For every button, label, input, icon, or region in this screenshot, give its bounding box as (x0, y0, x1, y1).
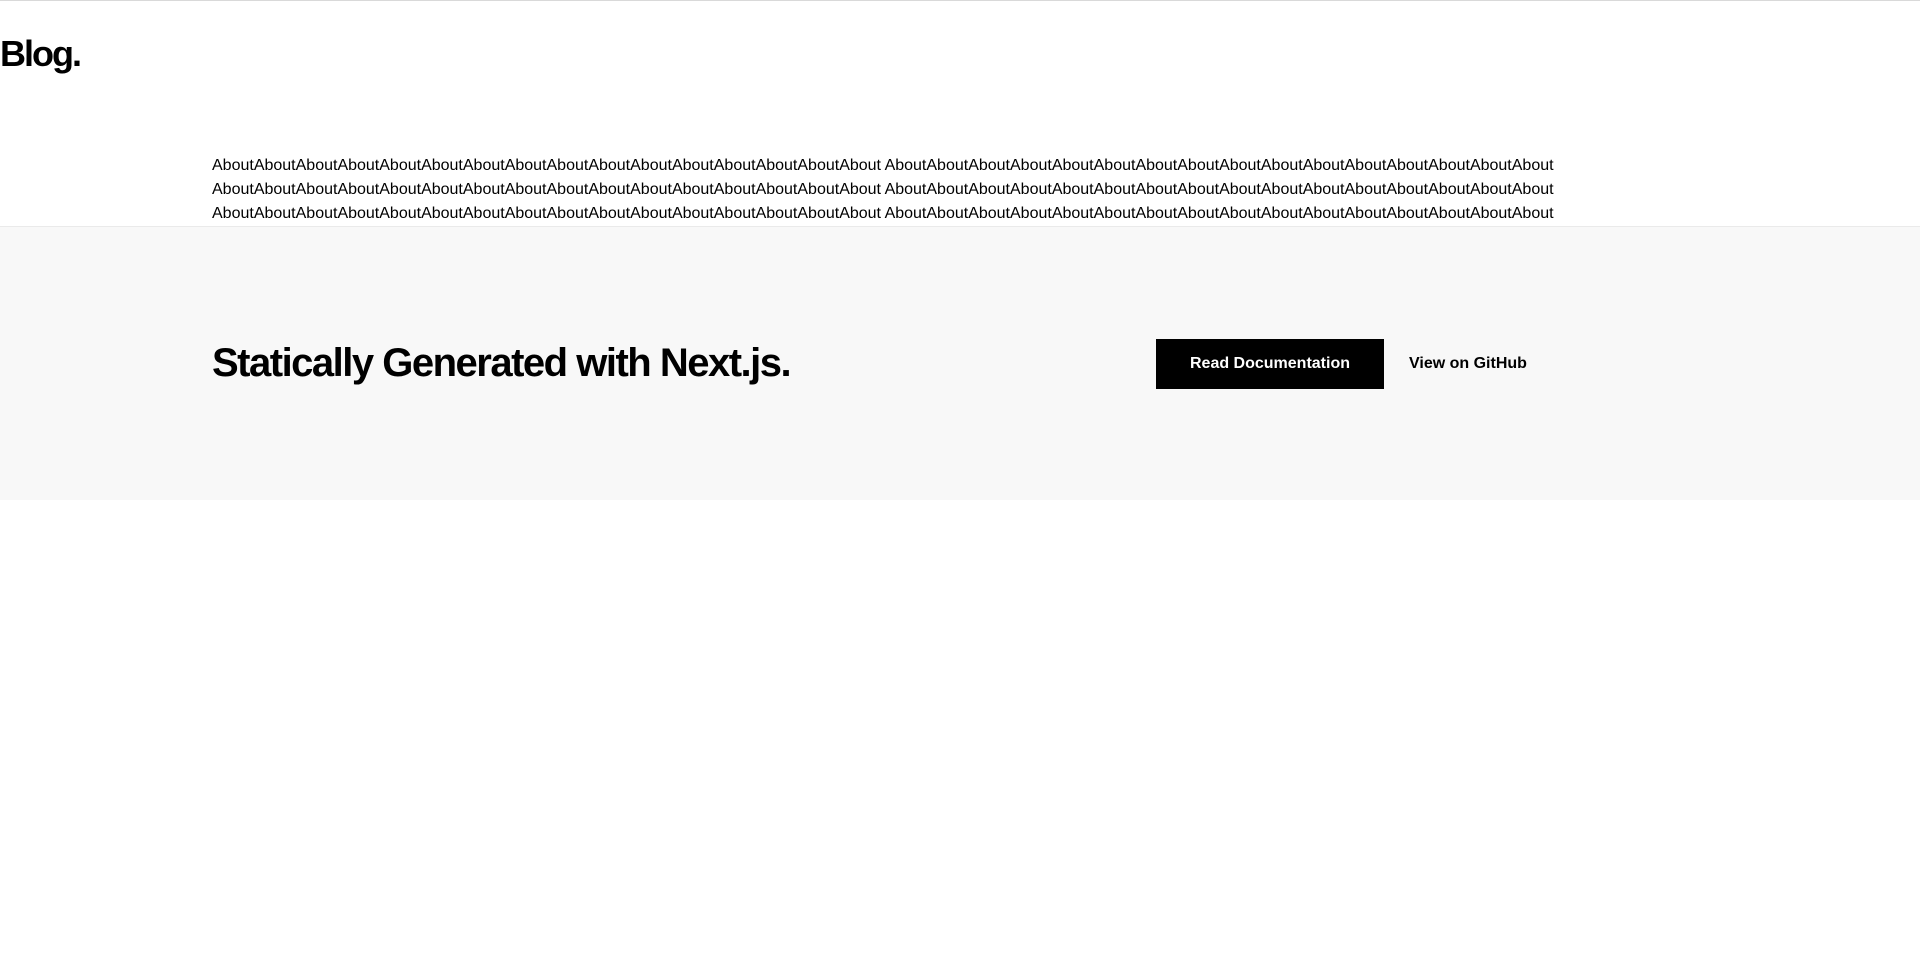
top-divider (0, 0, 1920, 1)
read-documentation-button[interactable]: Read Documentation (1156, 339, 1384, 389)
site-header: Blog. (0, 32, 82, 76)
footer-title: Statically Generated with Next.js. (212, 341, 792, 385)
footer-actions: Read Documentation View on GitHub (1156, 339, 1527, 389)
about-text-line: AboutAboutAboutAboutAboutAboutAboutAbout… (212, 181, 1554, 198)
about-text-block: AboutAboutAboutAboutAboutAboutAboutAbout… (212, 154, 1614, 226)
footer: Statically Generated with Next.js. Read … (0, 226, 1920, 500)
view-on-github-link[interactable]: View on GitHub (1409, 355, 1527, 373)
about-text-line: AboutAboutAboutAboutAboutAboutAboutAbout… (212, 157, 1554, 174)
about-text-line: AboutAboutAboutAboutAboutAboutAboutAbout… (212, 205, 1554, 222)
brand-title-link[interactable]: Blog. (0, 32, 82, 76)
